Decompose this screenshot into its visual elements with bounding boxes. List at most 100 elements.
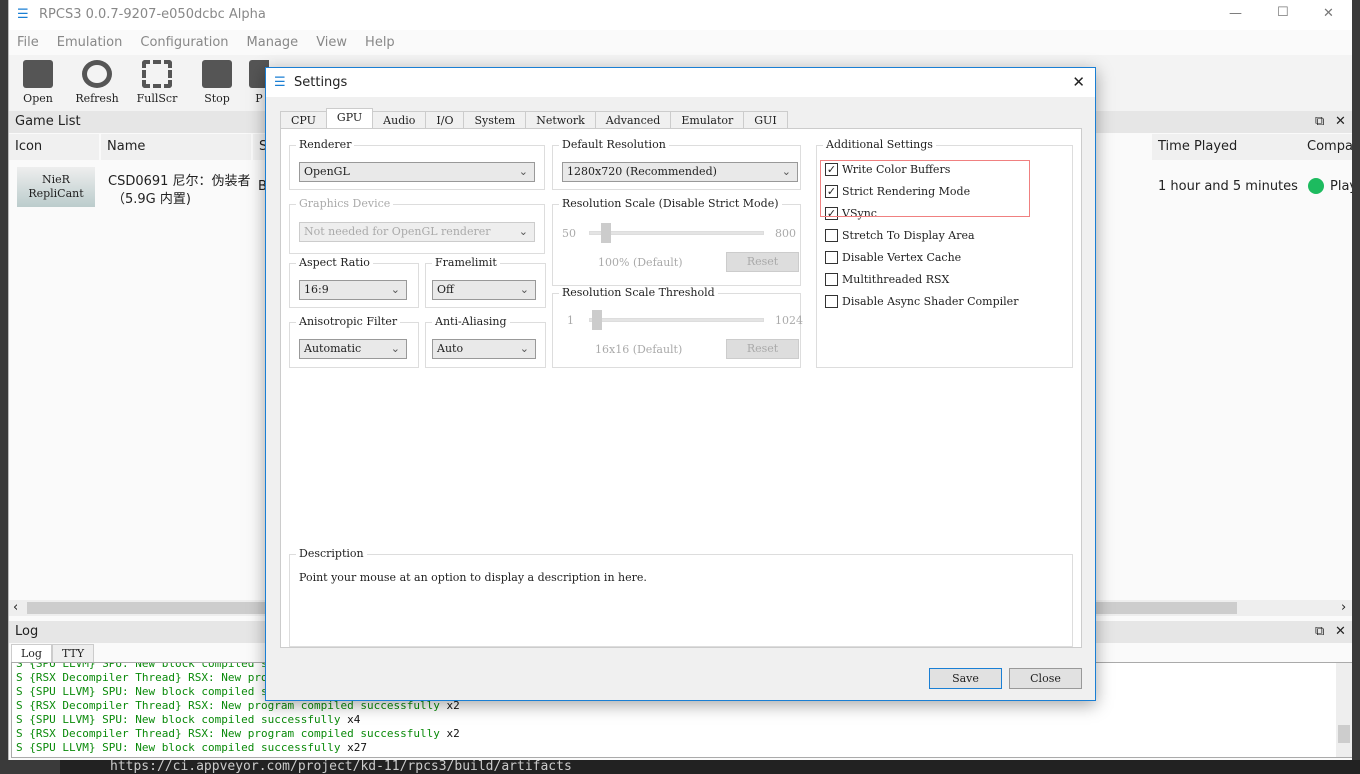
open-button[interactable]: Open: [10, 60, 66, 105]
folder-icon: [23, 60, 53, 88]
time-played: 1 hour and 5 minutes: [1158, 179, 1298, 194]
resolution-scale-label: Resolution Scale (Disable Strict Mode): [559, 197, 782, 210]
checkbox-stretch-to-display-area[interactable]: Stretch To Display Area: [825, 229, 975, 242]
tab-log[interactable]: Log: [11, 644, 52, 663]
default-resolution-group: Default Resolution 1280x720 (Recommended…: [552, 138, 801, 190]
scroll-left-icon[interactable]: ‹: [13, 600, 18, 615]
tab-system[interactable]: System: [463, 111, 527, 128]
tab-audio[interactable]: Audio: [372, 111, 427, 128]
title-bar: ☰ RPCS3 0.0.7-9207-e050dcbc Alpha — ☐ ✕: [9, 0, 1352, 30]
menu-help[interactable]: Help: [365, 35, 395, 50]
resolution-threshold-value: 16x16 (Default): [595, 343, 683, 356]
pause-label: P: [255, 92, 263, 105]
chevron-down-icon: ⌄: [519, 283, 529, 296]
menu-manage[interactable]: Manage: [247, 35, 299, 50]
log-title: Log: [15, 624, 39, 639]
minimize-button[interactable]: —: [1229, 6, 1242, 21]
antialiasing-select[interactable]: Auto ⌄: [432, 339, 536, 359]
checkbox-icon[interactable]: [825, 295, 838, 308]
resolution-scale-min: 50: [562, 227, 576, 240]
checkbox-disable-vertex-cache[interactable]: Disable Vertex Cache: [825, 251, 961, 264]
log-line: S {SPU LLVM} SPU: New block compiled suc…: [16, 713, 361, 726]
resolution-threshold-slider[interactable]: [589, 310, 764, 330]
checkbox-disable-async-shader-compiler[interactable]: Disable Async Shader Compiler: [825, 295, 1018, 308]
log-tabs: Log TTY: [11, 644, 95, 663]
checkbox-label: Stretch To Display Area: [842, 229, 975, 242]
settings-title: Settings: [294, 75, 348, 90]
menu-view[interactable]: View: [316, 35, 347, 50]
chevron-down-icon: ⌄: [390, 342, 400, 355]
checkbox-label: Multithreaded RSX: [842, 273, 950, 286]
checkbox-icon[interactable]: [825, 229, 838, 242]
tab-io[interactable]: I/O: [425, 111, 465, 128]
description-group: Description Point your mouse at an optio…: [289, 547, 1073, 647]
aspect-ratio-label: Aspect Ratio: [296, 256, 373, 269]
refresh-icon: [82, 60, 112, 88]
description-text: Point your mouse at an option to display…: [299, 571, 647, 584]
framelimit-group: Framelimit Off ⌄: [425, 256, 546, 308]
log-line: S {RSX Decompiler Thread} RSX: New progr…: [16, 727, 460, 740]
graphics-device-group: Graphics Device Not needed for OpenGL re…: [289, 197, 545, 254]
checkbox-multithreaded-rsx[interactable]: Multithreaded RSX: [825, 273, 949, 286]
close-button[interactable]: Close: [1009, 668, 1082, 689]
fullscreen-button[interactable]: FullScr: [129, 60, 185, 105]
refresh-button[interactable]: Refresh: [69, 60, 125, 105]
settings-close-icon[interactable]: ✕: [1072, 68, 1085, 97]
float-icon[interactable]: ⧉: [1315, 111, 1324, 133]
fullscreen-label: FullScr: [136, 92, 178, 105]
float-log-icon[interactable]: ⧉: [1315, 621, 1324, 643]
resolution-scale-max: 800: [775, 227, 796, 240]
checkbox-label: Disable Vertex Cache: [842, 251, 962, 264]
antialiasing-label: Anti-Aliasing: [432, 315, 510, 328]
app-logo-icon: ☰: [17, 7, 29, 22]
column-time-played[interactable]: Time Played: [1152, 134, 1302, 160]
stop-icon: [202, 60, 232, 88]
settings-logo-icon: ☰: [274, 75, 286, 90]
tab-emulator[interactable]: Emulator: [670, 111, 745, 128]
framelimit-select[interactable]: Off ⌄: [432, 280, 536, 300]
menu-file[interactable]: File: [17, 35, 39, 50]
tab-tty[interactable]: TTY: [51, 644, 95, 663]
resolution-scale-slider[interactable]: [589, 223, 764, 243]
checkbox-icon[interactable]: [825, 251, 838, 264]
tab-network[interactable]: Network: [525, 111, 596, 128]
background-terminal-text: https://ci.appveyor.com/project/kd-11/rp…: [60, 760, 1360, 774]
column-compat[interactable]: Compat: [1301, 134, 1352, 160]
column-icon[interactable]: Icon: [9, 134, 99, 160]
column-name[interactable]: Name: [101, 134, 251, 160]
save-button[interactable]: Save: [929, 668, 1002, 689]
tab-gpu[interactable]: GPU: [325, 108, 374, 128]
anisotropic-label: Anisotropic Filter: [296, 315, 401, 328]
additional-settings-label: Additional Settings: [823, 138, 936, 151]
menu-configuration[interactable]: Configuration: [140, 35, 228, 50]
tab-advanced[interactable]: Advanced: [594, 111, 672, 128]
close-log-icon[interactable]: ✕: [1335, 621, 1346, 643]
maximize-button[interactable]: ☐: [1277, 5, 1289, 20]
description-label: Description: [296, 547, 367, 560]
scroll-right-icon[interactable]: ›: [1341, 600, 1346, 615]
settings-dialog: ☰ Settings ✕ CPU GPU Audio I/O System Ne…: [265, 67, 1096, 701]
resolution-threshold-label: Resolution Scale Threshold: [559, 286, 718, 299]
stop-button[interactable]: Stop: [189, 60, 245, 105]
renderer-select[interactable]: OpenGL ⌄: [299, 162, 535, 182]
log-scrollbar[interactable]: [1336, 663, 1352, 757]
close-dock-icon[interactable]: ✕: [1335, 111, 1346, 133]
anisotropic-select[interactable]: Automatic ⌄: [299, 339, 407, 359]
slider-handle[interactable]: [601, 223, 611, 243]
resolution-threshold-reset-button[interactable]: Reset: [726, 339, 799, 359]
menu-emulation[interactable]: Emulation: [57, 35, 123, 50]
chevron-down-icon: ⌄: [518, 165, 528, 178]
resolution-threshold-min: 1: [567, 314, 574, 327]
checkbox-icon[interactable]: [825, 273, 838, 286]
aspect-ratio-select[interactable]: 16:9 ⌄: [299, 280, 407, 300]
tab-cpu[interactable]: CPU: [280, 111, 327, 128]
close-window-button[interactable]: ✕: [1323, 6, 1334, 21]
log-line: S {RSX Decompiler Thread} RSX: New progr…: [16, 699, 460, 712]
default-resolution-select[interactable]: 1280x720 (Recommended) ⌄: [562, 162, 798, 182]
slider-handle[interactable]: [592, 310, 603, 330]
antialiasing-group: Anti-Aliasing Auto ⌄: [425, 315, 546, 368]
compat-status: Play: [1330, 179, 1352, 194]
tab-gui[interactable]: GUI: [743, 111, 788, 128]
resolution-scale-reset-button[interactable]: Reset: [726, 252, 799, 272]
renderer-label: Renderer: [296, 138, 355, 151]
